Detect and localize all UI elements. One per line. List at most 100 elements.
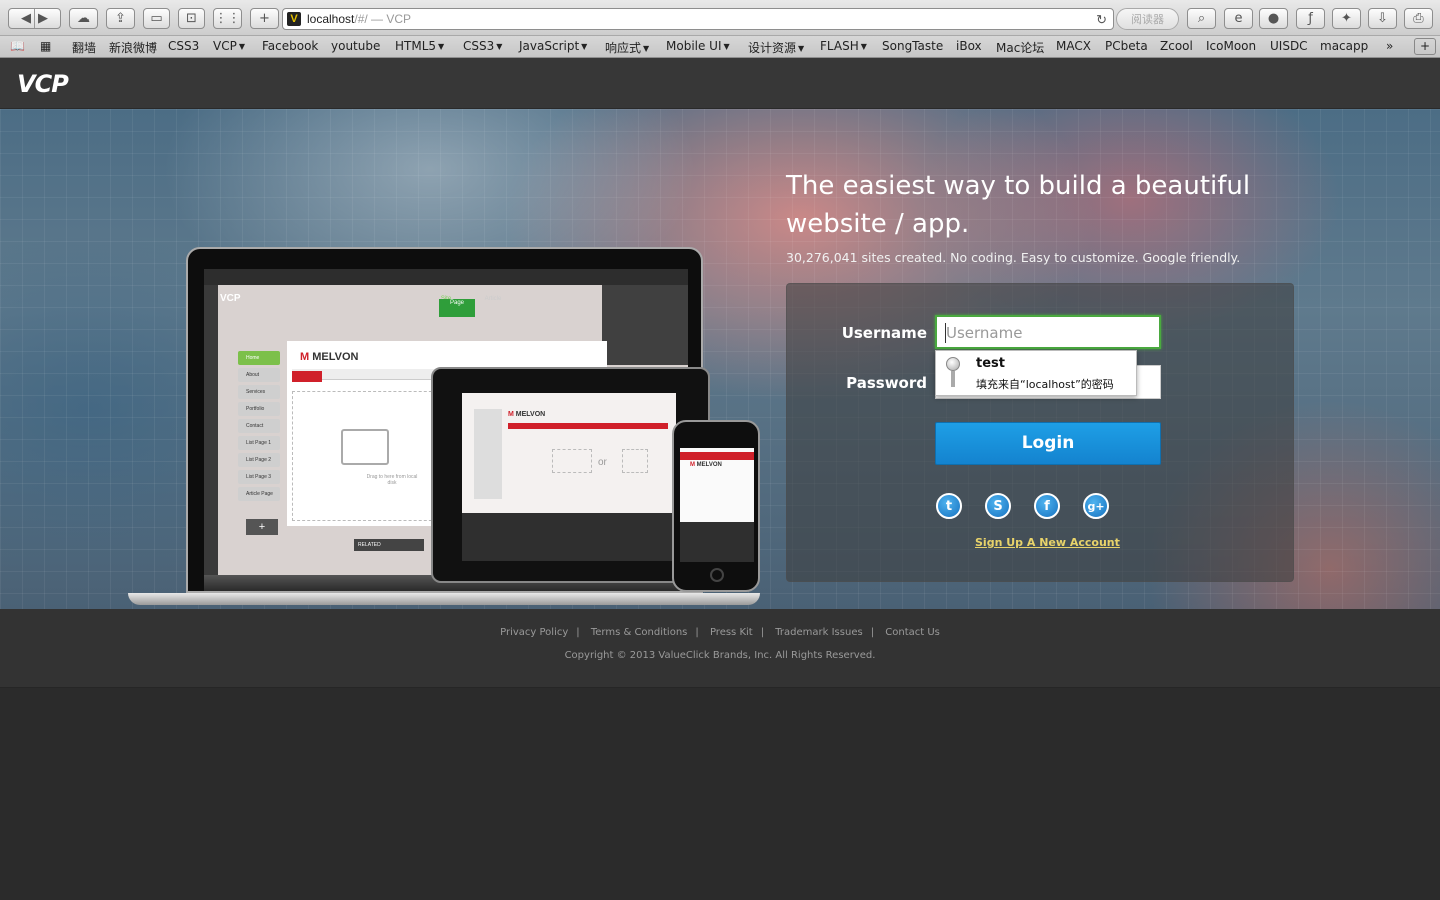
- extension-button-1[interactable]: e: [1224, 8, 1253, 29]
- forward-icon[interactable]: ▶: [38, 11, 48, 26]
- bookmark-item[interactable]: PCbeta: [1105, 39, 1148, 53]
- bookmark-item[interactable]: iBox: [956, 39, 982, 53]
- footer-link-terms[interactable]: Terms & Conditions: [591, 627, 688, 638]
- mockup-related-label: RELATED: [354, 539, 424, 551]
- bookmark-label: JavaScript: [519, 39, 580, 53]
- tablet-navbar: [508, 423, 668, 429]
- reader-button[interactable]: 阅读器: [1116, 8, 1179, 30]
- menu-bar: [204, 269, 688, 285]
- puzzle-icon: ✦: [1341, 11, 1352, 26]
- share-button[interactable]: ⇪: [106, 8, 135, 29]
- bookmark-label: Zcool: [1160, 39, 1193, 53]
- mockup-tab-article: Article: [484, 296, 502, 302]
- footer-link-press[interactable]: Press Kit: [710, 627, 753, 638]
- browser-toolbar: ◀ ▶ ☁ ⇪ ▭ ⊡ ⋮⋮ + V localhost /#/ — VCP ↻ …: [0, 0, 1440, 36]
- password-label: Password: [846, 374, 927, 392]
- footer-link-privacy[interactable]: Privacy Policy: [500, 627, 568, 638]
- bookmarks-book-icon[interactable]: 📖: [10, 39, 25, 53]
- bookmark-item[interactable]: Zcool: [1160, 39, 1193, 53]
- bookmark-item[interactable]: HTML5 ▼: [395, 39, 444, 53]
- footer-link-trademark[interactable]: Trademark Issues: [775, 627, 862, 638]
- phone-brand: M MELVON: [690, 462, 722, 468]
- bookmark-item[interactable]: CSS3: [168, 39, 199, 53]
- bookmark-label: UISDC: [1270, 39, 1308, 53]
- page-background: [0, 688, 1440, 900]
- address-bar[interactable]: V localhost /#/ — VCP ↻: [282, 8, 1114, 30]
- twitter-icon[interactable]: t: [936, 493, 962, 519]
- bookmark-label: 设计资源: [748, 41, 797, 55]
- bookmark-label: 翻墙: [72, 41, 97, 55]
- tablet-dark-panel: [462, 513, 676, 561]
- dropdown-arrow-icon: ▼: [581, 42, 588, 51]
- bookmark-label: PCbeta: [1105, 39, 1148, 53]
- google-plus-icon[interactable]: g+: [1083, 493, 1109, 519]
- hero-headline: The easiest way to build a beautiful web…: [786, 171, 1251, 239]
- reading-list-button[interactable]: ▭: [143, 8, 170, 29]
- footer-link-contact[interactable]: Contact Us: [885, 627, 940, 638]
- top-sites-button[interactable]: ⋮⋮: [213, 8, 242, 29]
- more-bookmarks-icon[interactable]: »: [1386, 39, 1393, 53]
- autofill-hint: 填充来自“localhost”的密码: [976, 378, 1114, 391]
- bookmark-item[interactable]: macapp: [1320, 39, 1368, 53]
- login-button[interactable]: Login: [935, 422, 1161, 465]
- download-icon: ⇩: [1377, 11, 1388, 26]
- bookmark-item[interactable]: Mobile UI ▼: [666, 39, 730, 53]
- bookmark-item[interactable]: JavaScript ▼: [519, 39, 587, 53]
- bookmarks-button[interactable]: ⊡: [178, 8, 205, 29]
- bookmark-item[interactable]: youtube: [331, 39, 380, 53]
- site-header: VCP: [0, 58, 1440, 109]
- dropdown-arrow-icon: ▼: [496, 42, 503, 51]
- back-icon[interactable]: ◀: [21, 11, 31, 26]
- facebook-icon[interactable]: f: [1034, 493, 1060, 519]
- bookmark-item[interactable]: SongTaste: [882, 39, 943, 53]
- bookmark-label: CSS3: [168, 39, 200, 53]
- bookmark-item[interactable]: CSS3 ▼: [463, 39, 502, 53]
- icloud-tabs-button[interactable]: ☁: [69, 8, 98, 29]
- search-button[interactable]: ⌕: [1187, 8, 1216, 29]
- bookmark-item[interactable]: 新浪微博: [109, 39, 157, 56]
- skype-icon[interactable]: S: [985, 493, 1011, 519]
- site-logo[interactable]: VCP: [17, 70, 69, 98]
- mockup-sidebar-item: List Page 1: [238, 436, 280, 450]
- bookmark-item[interactable]: Facebook: [262, 39, 318, 53]
- bookmark-label: Mobile UI: [666, 39, 722, 53]
- new-tab-button[interactable]: +: [250, 8, 279, 29]
- reload-icon[interactable]: ↻: [1096, 12, 1107, 28]
- print-button[interactable]: ⎙: [1404, 8, 1433, 29]
- bookmark-label: MACX: [1056, 39, 1091, 53]
- url-path: /#/ — VCP: [354, 12, 412, 26]
- extension-button-2[interactable]: ●: [1259, 8, 1288, 29]
- bookmark-label: 新浪微博: [109, 41, 158, 55]
- bookmark-item[interactable]: IcoMoon: [1206, 39, 1256, 53]
- mockup-logo: VCP: [220, 293, 241, 304]
- top-sites-grid-icon[interactable]: ▦: [40, 39, 51, 53]
- phone-dark-panel: [680, 522, 754, 562]
- bookmark-item[interactable]: 设计资源 ▼: [748, 39, 804, 56]
- autofill-popup[interactable]: test 填充来自“localhost”的密码: [935, 350, 1137, 396]
- bookmark-item[interactable]: FLASH ▼: [820, 39, 867, 53]
- mockup-plus-button: +: [246, 519, 278, 535]
- bookmark-item[interactable]: VCP ▼: [213, 39, 245, 53]
- login-panel: Username Username Password Login t S f g…: [786, 283, 1294, 582]
- downloads-button[interactable]: ⇩: [1368, 8, 1397, 29]
- layers-panel: [602, 285, 688, 365]
- add-tab-icon[interactable]: +: [1414, 38, 1436, 55]
- mockup-tab-page: Page: [439, 299, 475, 317]
- site-favicon-icon: V: [287, 12, 301, 26]
- bookmark-item[interactable]: MACX: [1056, 39, 1091, 53]
- back-forward-buttons[interactable]: ◀ ▶: [8, 8, 61, 29]
- bookmark-item[interactable]: UISDC: [1270, 39, 1308, 53]
- bookmark-label: CSS3: [463, 39, 495, 53]
- bookmark-item[interactable]: 翻墙: [72, 39, 96, 56]
- bookmark-item[interactable]: 响应式 ▼: [605, 39, 649, 56]
- username-input[interactable]: Username: [935, 315, 1161, 349]
- bookmark-label: Facebook: [262, 39, 319, 53]
- signup-link[interactable]: Sign Up A New Account: [975, 536, 1120, 549]
- extension-button-3[interactable]: ƒ: [1296, 8, 1325, 29]
- autofill-username[interactable]: test: [976, 356, 1005, 371]
- mockup-sidebar-item: Home: [238, 351, 280, 365]
- bookmark-item[interactable]: Mac论坛: [996, 39, 1044, 56]
- extension-button-4[interactable]: ✦: [1332, 8, 1361, 29]
- mockup-sidebar-item: List Page 2: [238, 453, 280, 467]
- bookmark-label: 响应式: [605, 41, 642, 55]
